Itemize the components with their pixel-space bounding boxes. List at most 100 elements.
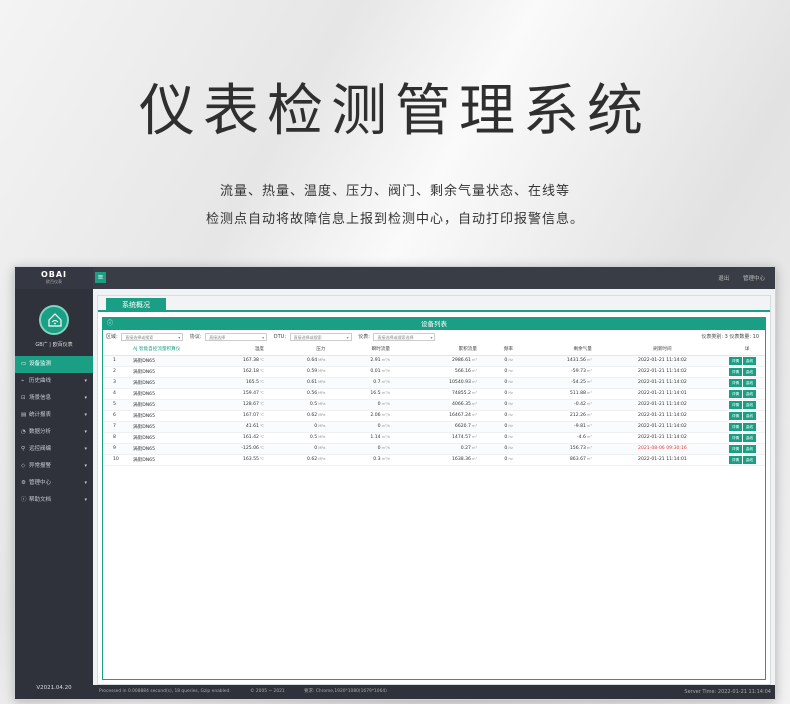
cell-idx: 4: [103, 388, 127, 400]
detail-button[interactable]: 详情: [729, 367, 742, 376]
tab-system-overview[interactable]: 系统概况: [106, 298, 166, 312]
cell-name: 涡街DN65: [127, 355, 195, 367]
caret-down-icon: ▾: [84, 497, 87, 503]
avatar[interactable]: [39, 305, 69, 335]
cell-value: 165.5: [245, 380, 259, 385]
detail-button[interactable]: 详情: [729, 433, 742, 442]
cell-value: 2022-01-21 11:14:02: [638, 424, 687, 429]
sidebar-item[interactable]: ⚙ 管理中心 ▾: [15, 475, 93, 492]
cell-idx: 6: [103, 410, 127, 422]
protocol-select[interactable]: 直接选择 ▾: [205, 332, 268, 341]
cell-value: 2022-01-21 11:14:02: [638, 413, 687, 418]
cell-name: 涡街DN65: [127, 388, 195, 400]
cell-flow: 0m³/h: [329, 399, 395, 411]
unit-label: m³/h: [381, 457, 391, 461]
cell-flow: 0.3m³/h: [329, 454, 395, 466]
detail-button[interactable]: 详情: [729, 422, 742, 431]
detail-button[interactable]: 详情: [729, 455, 742, 464]
cell-idx: 5: [103, 399, 127, 411]
unit-label: m³: [586, 358, 592, 362]
cell-temp: 162.18℃: [195, 366, 269, 378]
cell-time: 2022-01-21 11:14:02: [595, 432, 729, 444]
cell-value: 涡街DN65: [133, 457, 156, 463]
cell-value: 0: [377, 446, 381, 451]
cell-value: 涡街DN65: [133, 380, 156, 386]
cell-value: 10540.93: [449, 380, 471, 385]
sidebar-item[interactable]: ⚲ 远控阀编 ▾: [15, 441, 93, 458]
cell-value: 4: [113, 391, 116, 396]
footer-copyright: © 2005 ~ 2021: [250, 689, 285, 694]
curve-button[interactable]: 曲线: [743, 400, 756, 409]
detail-button[interactable]: 详情: [729, 356, 742, 365]
cell-value: 0: [504, 457, 508, 462]
cell-value: 0.01: [370, 369, 381, 374]
cell-remain: 511.88m³: [516, 388, 596, 400]
cell-time: 2021-08-06 09:30:16: [595, 443, 729, 455]
sidebar-item[interactable]: ▭ 设备监测: [15, 356, 93, 373]
sidebar-item[interactable]: ⌁ 历史曲线 ▾: [15, 373, 93, 390]
col-remain: 剩余气量: [516, 344, 596, 356]
sidebar-item[interactable]: ▤ 统计报表 ▾: [15, 407, 93, 424]
detail-button[interactable]: 详情: [729, 411, 742, 420]
curve-button[interactable]: 曲线: [743, 367, 756, 376]
col-actions: 详: [729, 344, 765, 356]
cell-freq: 0Hz: [480, 421, 517, 433]
cell-temp: 165.5℃: [195, 377, 269, 389]
cell-value: 2022-01-21 11:14:01: [638, 457, 687, 462]
cell-actions: 详情 曲线: [729, 443, 765, 455]
cell-remain: 863.67m³: [516, 454, 596, 466]
cell-value: 涡街DN65: [133, 435, 156, 441]
info-icon: ⓘ: [107, 320, 114, 327]
unit-label: ℃: [259, 369, 265, 373]
detail-button[interactable]: 详情: [729, 444, 742, 453]
curve-button[interactable]: 曲线: [743, 444, 756, 453]
admin-center-link[interactable]: 管理中心: [743, 276, 765, 282]
cell-temp: 41.61℃: [195, 421, 269, 433]
cell-freq: 0Hz: [480, 366, 517, 378]
logout-link[interactable]: 退出: [718, 276, 729, 282]
cell-idx: 9: [103, 443, 127, 455]
meter-label: 仪表:: [358, 334, 370, 340]
meter-select[interactable]: 直接选择或搜索选择 ▾: [373, 332, 436, 341]
sidebar-item[interactable]: ◇ 异常报警 ▾: [15, 458, 93, 475]
sidebar-item[interactable]: ⓘ 帮助文档 ▾: [15, 492, 93, 509]
sidebar-item[interactable]: ◔ 数据分析 ▾: [15, 424, 93, 441]
unit-label: MPa: [318, 413, 326, 417]
cell-name: 涡街DN65: [127, 377, 195, 389]
curve-button[interactable]: 曲线: [743, 422, 756, 431]
cell-value: 0.5: [309, 402, 318, 407]
curve-button[interactable]: 曲线: [743, 455, 756, 464]
col-flow: 瞬时流量: [329, 344, 395, 356]
dtu-select[interactable]: 直接选择或搜索 ▾: [289, 332, 352, 341]
curve-button[interactable]: 曲线: [743, 433, 756, 442]
menu-toggle-icon[interactable]: ≡: [95, 272, 106, 283]
curve-button[interactable]: 曲线: [743, 389, 756, 398]
curve-button[interactable]: 曲线: [743, 411, 756, 420]
cell-value: 162.18: [242, 369, 259, 374]
chevron-down-icon: ▾: [346, 334, 349, 340]
detail-button[interactable]: 详情: [729, 378, 742, 387]
cell-value: 0: [504, 391, 508, 396]
cell-value: -9.81: [574, 424, 586, 429]
sidebar-item[interactable]: ⊡ 场景信息 ▾: [15, 390, 93, 407]
curve-button[interactable]: 曲线: [743, 356, 756, 365]
logo: OBAI 欧百仪表: [15, 267, 93, 289]
cell-temp: 167.07℃: [195, 410, 269, 422]
curve-button[interactable]: 曲线: [743, 378, 756, 387]
cell-freq: 0Hz: [480, 355, 517, 367]
cell-total: 4066.35m³: [394, 399, 481, 411]
col-index: [103, 344, 127, 356]
cell-value: 1474.57: [451, 435, 471, 440]
detail-button[interactable]: 详情: [729, 389, 742, 398]
table-row: 8 涡街DN65 161.42℃ 0.5MPa 1.14m³/h 1474.57m³ 0Hz…: [103, 432, 765, 444]
alarm-icon: ◇: [21, 463, 26, 469]
area-select[interactable]: 直接选择或搜索 ▾: [121, 332, 184, 341]
cell-flow: 0.7m³/h: [329, 377, 395, 389]
detail-button[interactable]: 详情: [729, 400, 742, 409]
cell-value: -54.25: [571, 380, 586, 385]
unit-label: m³/h: [381, 402, 391, 406]
cell-time: 2022-01-21 11:14:02: [595, 366, 729, 378]
unit-label: ℃: [259, 424, 265, 428]
cell-value: 0: [504, 369, 508, 374]
cell-value: 566.16: [454, 369, 471, 374]
